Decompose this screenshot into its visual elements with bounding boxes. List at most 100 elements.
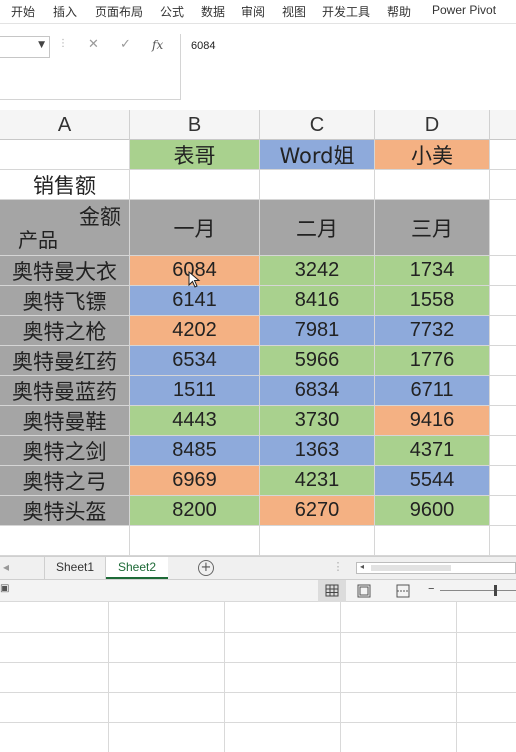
sales-value-cell[interactable]: 6969 (130, 466, 260, 496)
page-break-icon[interactable] (395, 584, 411, 598)
empty-cell[interactable] (490, 170, 516, 200)
sales-value-cell[interactable]: 5966 (260, 346, 375, 376)
sheet-tab-sheet2[interactable]: Sheet2 (106, 557, 168, 579)
empty-cell[interactable] (375, 170, 490, 200)
product-name[interactable]: 奥特之弓 (0, 466, 130, 496)
sales-value-cell[interactable]: 1776 (375, 346, 490, 376)
empty-cell[interactable] (490, 316, 516, 346)
plus-circle-icon[interactable]: + (198, 560, 214, 576)
sales-value-cell[interactable]: 8416 (260, 286, 375, 316)
sales-value-cell[interactable]: 3242 (260, 256, 375, 286)
sheet-tab-sheet1[interactable]: Sheet1 (44, 557, 106, 579)
cell-a1[interactable] (0, 140, 130, 170)
sales-value-cell[interactable]: 8485 (130, 436, 260, 466)
tab-power-pivot[interactable]: Power Pivot (432, 3, 496, 17)
tab-developer[interactable]: 开发工具 (322, 3, 370, 20)
empty-cell[interactable] (375, 526, 490, 556)
tab-home[interactable]: 开始 (11, 3, 35, 20)
tab-review[interactable]: 审阅 (241, 3, 265, 20)
empty-cell[interactable] (0, 526, 130, 556)
column-header-a[interactable]: A (0, 110, 130, 140)
empty-cell[interactable] (260, 170, 375, 200)
empty-cell[interactable] (130, 526, 260, 556)
tab-view[interactable]: 视图 (282, 3, 306, 20)
person-header-c[interactable]: Word姐 (260, 140, 375, 170)
empty-cell[interactable] (490, 406, 516, 436)
sales-value-cell[interactable]: 1558 (375, 286, 490, 316)
zoom-out-icon[interactable]: – (428, 581, 435, 596)
name-box[interactable]: ▼ (0, 36, 50, 58)
product-name[interactable]: 奥特之枪 (0, 316, 130, 346)
scrollbar-thumb[interactable] (371, 565, 451, 571)
tab-data[interactable]: 数据 (201, 3, 225, 20)
tab-insert[interactable]: 插入 (53, 3, 77, 20)
sales-label[interactable]: 销售额 (0, 170, 130, 200)
insert-function-icon[interactable]: fx (152, 38, 163, 52)
person-header-d[interactable]: 小美 (375, 140, 490, 170)
month-header-d[interactable]: 三月 (375, 200, 490, 256)
sales-value-cell[interactable]: 1734 (375, 256, 490, 286)
sales-value-cell[interactable]: 1511 (130, 376, 260, 406)
product-name[interactable]: 奥特曼鞋 (0, 406, 130, 436)
scroll-left-arrow-icon[interactable]: ◂ (360, 562, 364, 571)
empty-cell[interactable] (490, 346, 516, 376)
sales-value-cell[interactable]: 6834 (260, 376, 375, 406)
zoom-slider-thumb[interactable] (494, 585, 497, 596)
column-header-d[interactable]: D (375, 110, 490, 140)
scroll-left-icon[interactable]: ◂ (0, 557, 12, 579)
formula-input[interactable]: 6084 (180, 34, 516, 100)
empty-cell[interactable] (490, 526, 516, 556)
horizontal-scrollbar[interactable]: ◂ (356, 562, 516, 574)
empty-cell[interactable] (490, 256, 516, 286)
chevron-down-icon[interactable]: ▼ (38, 40, 45, 50)
sales-value-cell[interactable]: 5544 (375, 466, 490, 496)
product-name[interactable]: 奥特头盔 (0, 496, 130, 526)
empty-cell[interactable] (490, 200, 516, 256)
tab-page-layout[interactable]: 页面布局 (95, 3, 143, 20)
cancel-icon[interactable]: ✕ (88, 37, 99, 52)
tab-formulas[interactable]: 公式 (160, 3, 184, 20)
sales-value-cell[interactable]: 3730 (260, 406, 375, 436)
column-header-e[interactable] (490, 110, 516, 140)
cell-e1[interactable] (490, 140, 516, 170)
product-name[interactable]: 奥特之剑 (0, 436, 130, 466)
sales-value-cell[interactable]: 7732 (375, 316, 490, 346)
month-header-c[interactable]: 二月 (260, 200, 375, 256)
grid-view-icon[interactable] (318, 580, 346, 602)
sales-value-cell[interactable]: 4443 (130, 406, 260, 436)
sales-value-cell[interactable]: 7981 (260, 316, 375, 346)
empty-cell[interactable] (490, 436, 516, 466)
person-header-b[interactable]: 表哥 (130, 140, 260, 170)
sales-value-cell[interactable]: 6270 (260, 496, 375, 526)
sales-value-cell[interactable]: 9600 (375, 496, 490, 526)
product-name[interactable]: 奥特曼大衣 (0, 256, 130, 286)
sales-value-cell[interactable]: 6534 (130, 346, 260, 376)
empty-cell[interactable] (490, 496, 516, 526)
empty-cell[interactable] (490, 466, 516, 496)
product-name[interactable]: 奥特曼蓝药 (0, 376, 130, 406)
sales-value-cell[interactable]: 4202 (130, 316, 260, 346)
product-name[interactable]: 奥特飞镖 (0, 286, 130, 316)
confirm-icon[interactable]: ✓ (120, 37, 131, 52)
sales-value-cell[interactable]: 4231 (260, 466, 375, 496)
product-name[interactable]: 奥特曼红药 (0, 346, 130, 376)
empty-cell[interactable] (490, 286, 516, 316)
sales-value-cell[interactable]: 8200 (130, 496, 260, 526)
column-header-b[interactable]: B (130, 110, 260, 140)
more-dots-icon: ⋮ (58, 38, 69, 49)
sales-value-cell[interactable]: 6141 (130, 286, 260, 316)
empty-cell[interactable] (260, 526, 375, 556)
page-layout-icon[interactable] (356, 584, 372, 598)
diagonal-header-cell[interactable]: 金额 产品 (0, 200, 130, 256)
zoom-slider[interactable] (440, 590, 516, 591)
empty-cell[interactable] (490, 376, 516, 406)
sales-value-cell[interactable]: 1363 (260, 436, 375, 466)
macro-record-icon[interactable]: ▣ (0, 583, 9, 594)
sales-value-cell[interactable]: 6711 (375, 376, 490, 406)
column-header-c[interactable]: C (260, 110, 375, 140)
empty-cell[interactable] (130, 170, 260, 200)
month-header-b[interactable]: 一月 (130, 200, 260, 256)
tab-help[interactable]: 帮助 (387, 3, 411, 20)
sales-value-cell[interactable]: 9416 (375, 406, 490, 436)
sales-value-cell[interactable]: 4371 (375, 436, 490, 466)
